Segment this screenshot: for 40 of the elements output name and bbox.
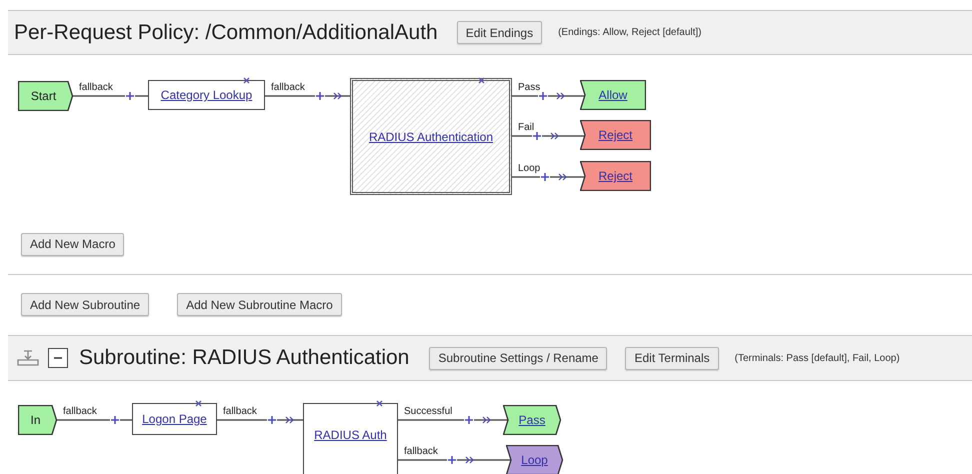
policy-title: Per-Request Policy: /Common/AdditionalAuth [14, 20, 438, 46]
toolbar-button[interactable]: Subroutine Settings / Rename [429, 346, 608, 370]
delete-icon[interactable] [195, 400, 202, 407]
endings-note: (Endings: Allow, Reject [default]) [558, 26, 702, 40]
subroutine-title: Subroutine: RADIUS Authentication [79, 345, 410, 372]
branch-label: fallback [404, 447, 438, 457]
branch-label: fallback [79, 83, 113, 93]
add-icon[interactable] [540, 172, 550, 182]
branch-label: fallback [223, 407, 257, 417]
add-icon[interactable] [267, 415, 277, 425]
node-link[interactable]: RADIUS Auth [314, 426, 387, 444]
toolbar-button[interactable]: Add New Macro [21, 232, 124, 256]
node-link[interactable]: Logon Page [142, 410, 207, 428]
subroutine-icon [17, 349, 39, 367]
branch-label: Loop [518, 164, 540, 174]
node-link[interactable]: Category Lookup [160, 86, 252, 104]
add-icon[interactable] [538, 91, 548, 101]
add-icon[interactable] [532, 131, 542, 141]
add-icon[interactable] [447, 455, 457, 465]
add-icon[interactable] [464, 415, 474, 425]
branch-label: Pass [518, 83, 540, 93]
delete-icon[interactable] [478, 77, 485, 84]
node-link[interactable]: RADIUS Authentication [368, 128, 494, 146]
add-icon[interactable] [315, 91, 325, 101]
branch-label: Fail [518, 123, 534, 133]
branch-label: fallback [63, 407, 97, 417]
terminals-note: (Terminals: Pass [default], Fail, Loop) [734, 352, 900, 366]
toolbar-button[interactable]: Add New Subroutine Macro [177, 293, 342, 316]
delete-icon[interactable] [243, 77, 250, 84]
node-label: Start [30, 88, 58, 105]
branch-label: fallback [271, 83, 305, 93]
add-icon[interactable] [110, 415, 120, 425]
delete-icon[interactable] [376, 400, 383, 407]
branch-label: Successful [404, 407, 452, 417]
add-icon[interactable] [125, 91, 135, 101]
node-label: In [30, 412, 42, 429]
toolbar-button[interactable]: Edit Endings [456, 21, 542, 44]
toolbar-button[interactable]: Edit Terminals [625, 346, 719, 370]
toolbar-button[interactable]: Add New Subroutine [21, 293, 150, 316]
collapse-toggle[interactable] [48, 348, 68, 368]
